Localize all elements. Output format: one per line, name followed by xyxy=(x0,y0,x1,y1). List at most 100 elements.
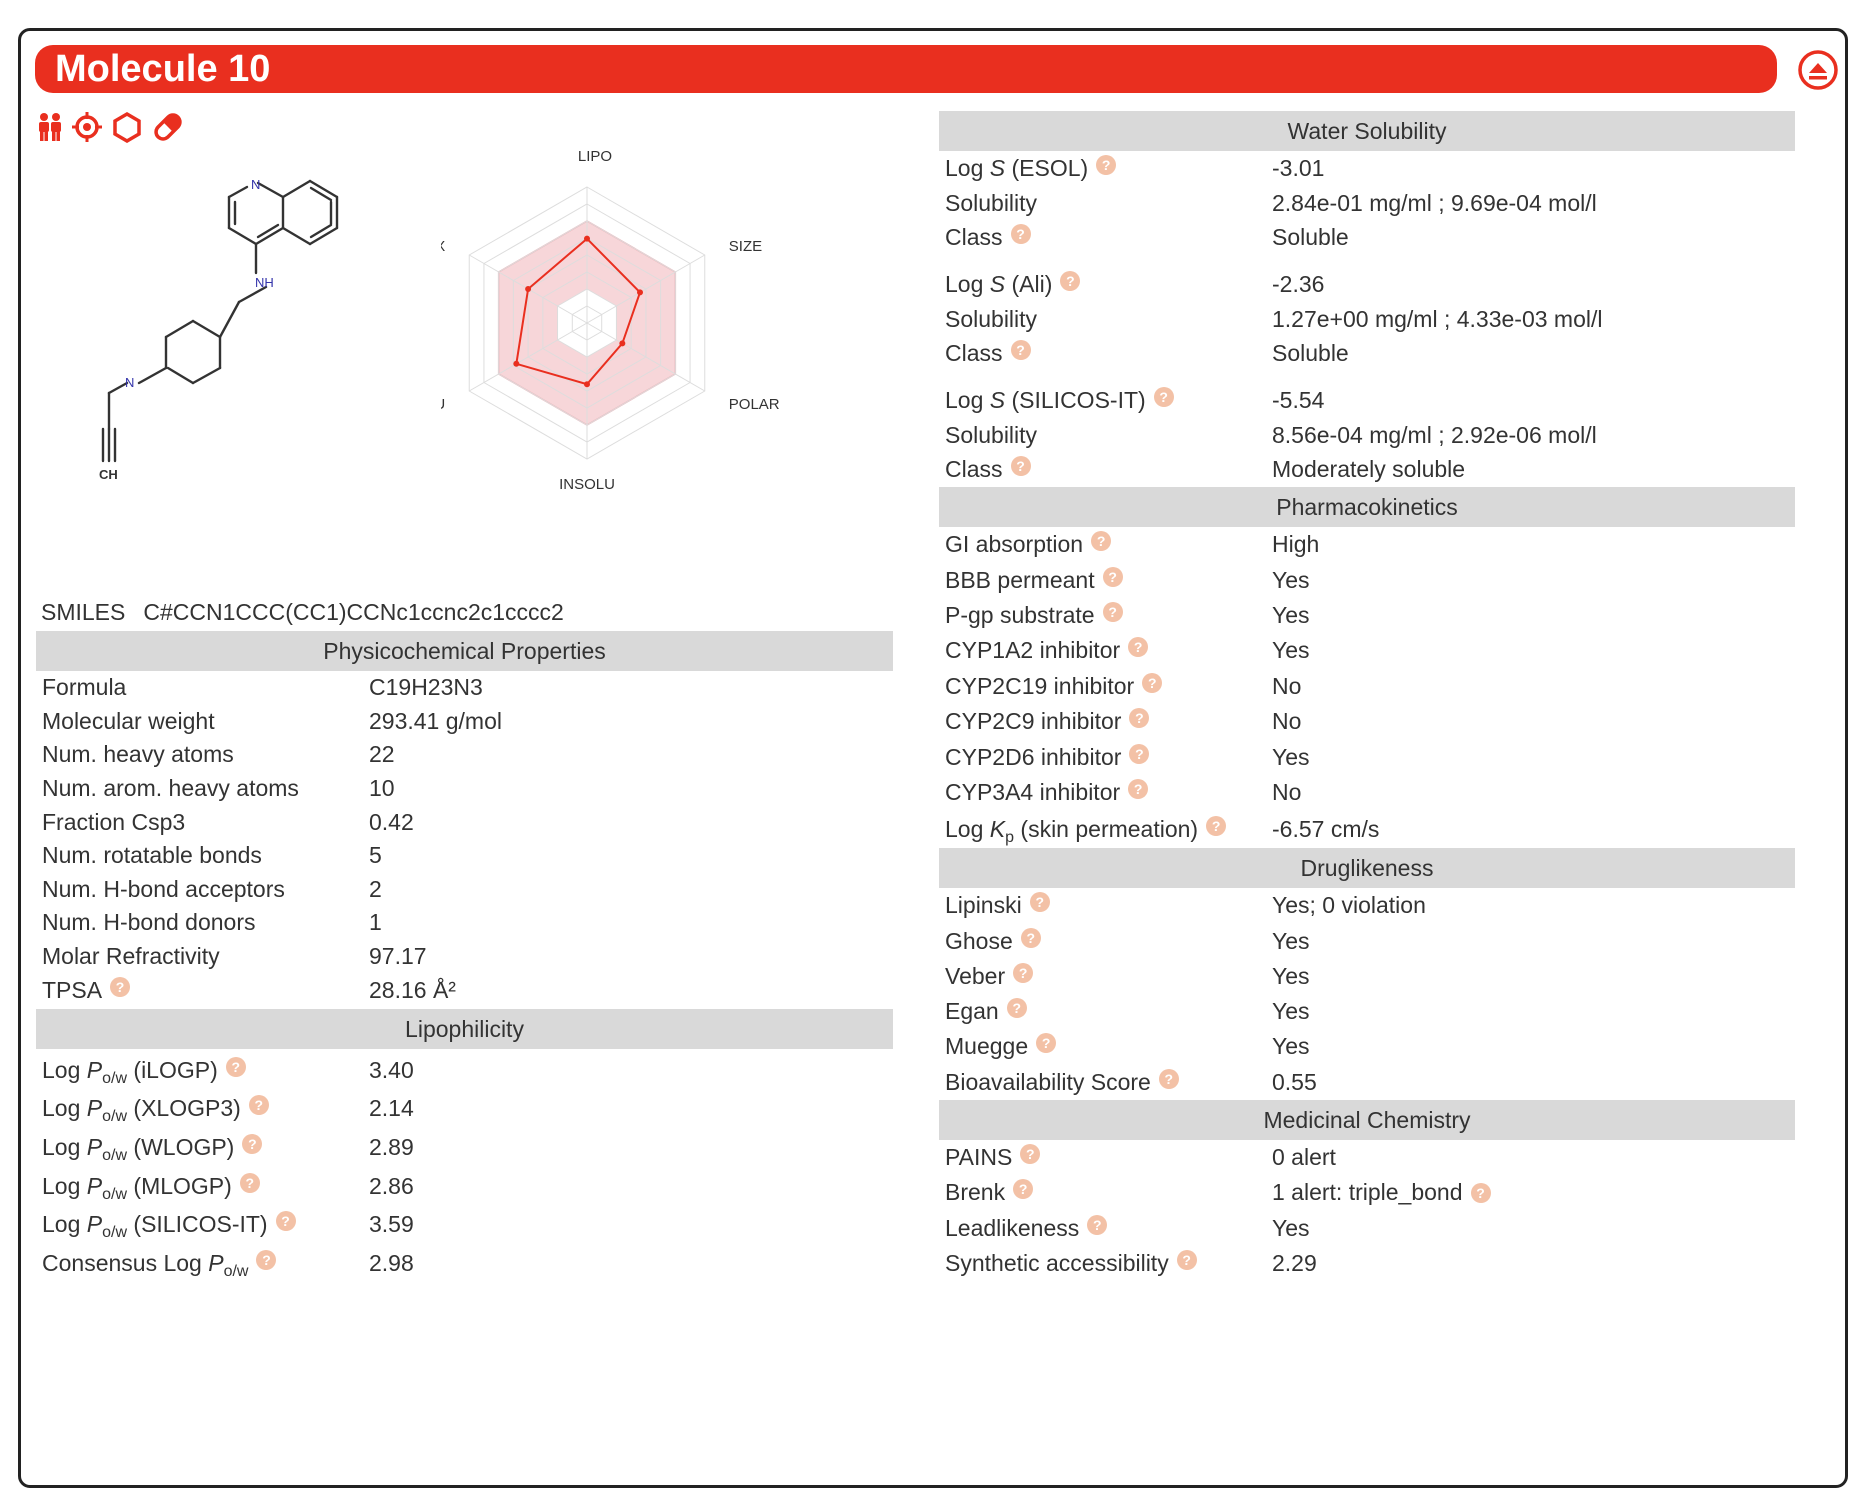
row-value: 2.98 xyxy=(369,1249,414,1276)
help-icon[interactable]: ? xyxy=(110,976,131,997)
druglikeness-row: Veber? Yes xyxy=(939,959,1795,994)
row-value: 10 xyxy=(369,775,395,802)
help-icon[interactable]: ? xyxy=(1206,815,1227,836)
row-key: CYP2C19 inhibitor? xyxy=(939,672,1272,700)
right-column: Water Solubility Log S (ESOL)? -3.01 Solub… xyxy=(939,111,1795,1281)
help-icon[interactable]: ? xyxy=(1129,743,1150,764)
label-symbol: S xyxy=(989,155,1006,181)
row-value: Yes xyxy=(1272,1214,1310,1241)
row-value: 3.40 xyxy=(369,1056,414,1083)
row-key: Log S (SILICOS-IT)? xyxy=(939,387,1272,414)
row-value: 22 xyxy=(369,741,395,768)
pk-row: BBB permeant? Yes xyxy=(939,562,1795,597)
row-label: Num. heavy atoms xyxy=(42,741,234,768)
solubility-row: Solubility 8.56e-04 mg/ml ; 2.92e-06 mol/… xyxy=(939,418,1795,452)
help-icon[interactable]: ? xyxy=(1096,155,1117,175)
medchem-row: Leadlikeness? Yes xyxy=(939,1211,1795,1246)
label-suffix: (MLOGP) xyxy=(127,1172,232,1199)
help-icon[interactable]: ? xyxy=(1010,456,1031,476)
help-icon[interactable]: ? xyxy=(1087,1214,1108,1235)
help-icon[interactable]: ? xyxy=(1020,927,1041,948)
help-icon[interactable]: ? xyxy=(275,1211,296,1232)
label-prefix: Log xyxy=(42,1056,87,1083)
skin-permeation-row: Log Kp (skin permeation)? -6.57 cm/s xyxy=(939,810,1795,848)
row-key: Num. rotatable bonds xyxy=(36,842,369,869)
atom-label: N xyxy=(251,177,260,192)
help-icon[interactable]: ? xyxy=(256,1249,277,1270)
help-icon[interactable]: ? xyxy=(1102,601,1123,622)
lipophilicity-header: Lipophilicity xyxy=(36,1008,893,1049)
help-icon[interactable]: ? xyxy=(1036,1033,1057,1054)
row-label: Solubility xyxy=(945,421,1038,448)
row-label: GI absorption xyxy=(945,531,1084,558)
water-solubility-header: Water Solubility xyxy=(939,111,1795,151)
label-prefix: Log xyxy=(42,1172,87,1199)
help-icon[interactable]: ? xyxy=(1153,387,1174,407)
row-value: 1 xyxy=(369,909,382,936)
physchem-row: TPSA? 28.16 Å² xyxy=(36,973,893,1007)
pk-row: P-gp substrate? Yes xyxy=(939,598,1795,633)
label-prefix: Log xyxy=(945,271,990,297)
help-icon[interactable]: ? xyxy=(1091,531,1112,552)
help-icon[interactable]: ? xyxy=(1102,566,1123,587)
lipophilicity-row: Log Po/w (MLOGP)? 2.86 xyxy=(36,1167,893,1206)
row-key: BBB permeant? xyxy=(939,566,1272,594)
help-icon[interactable]: ? xyxy=(1470,1182,1491,1203)
row-value: High xyxy=(1272,531,1320,558)
row-label: Solubility xyxy=(945,305,1038,332)
row-key: CYP2D6 inhibitor? xyxy=(939,743,1272,771)
help-icon[interactable]: ? xyxy=(1010,340,1031,360)
help-icon[interactable]: ? xyxy=(239,1172,260,1193)
help-icon[interactable]: ? xyxy=(242,1133,263,1154)
row-value: Yes xyxy=(1272,601,1310,628)
row-value: Yes xyxy=(1272,1033,1310,1060)
help-icon[interactable]: ? xyxy=(248,1095,269,1116)
help-icon[interactable]: ? xyxy=(225,1056,246,1077)
row-key: Egan? xyxy=(939,998,1272,1025)
row-key: CYP2C9 inhibitor? xyxy=(939,708,1272,735)
help-icon[interactable]: ? xyxy=(1128,778,1149,799)
label-symbol: P xyxy=(86,1095,103,1122)
row-value: 2 xyxy=(369,875,382,902)
row-key: Log Po/w (MLOGP)? xyxy=(36,1172,369,1202)
help-icon[interactable]: ? xyxy=(1060,271,1081,291)
medchem-row: PAINS? 0 alert xyxy=(939,1140,1795,1175)
row-value: 2.86 xyxy=(369,1172,414,1199)
help-icon[interactable]: ? xyxy=(1006,998,1027,1019)
pill-icon[interactable] xyxy=(151,110,185,144)
help-icon[interactable]: ? xyxy=(1029,892,1050,913)
target-icon[interactable] xyxy=(71,111,103,143)
help-icon[interactable]: ? xyxy=(1013,1179,1034,1200)
scroll-top-button[interactable] xyxy=(1797,49,1839,91)
row-value: 97.17 xyxy=(369,943,427,970)
hexagon-icon[interactable] xyxy=(111,111,143,143)
people-icon[interactable] xyxy=(37,112,63,142)
row-label: Class xyxy=(945,224,1003,250)
row-value: Yes xyxy=(1272,743,1310,770)
row-value: Yes xyxy=(1272,962,1310,989)
row-label: Leadlikeness xyxy=(945,1214,1080,1241)
help-icon[interactable]: ? xyxy=(1010,224,1031,244)
molecule-title: Molecule 10 xyxy=(35,45,1777,93)
help-icon[interactable]: ? xyxy=(1158,1068,1179,1089)
row-label: Ghose xyxy=(945,927,1013,954)
help-icon[interactable]: ? xyxy=(1176,1249,1197,1270)
row-value: 28.16 Å² xyxy=(369,976,456,1003)
help-icon[interactable]: ? xyxy=(1020,1144,1041,1165)
help-icon[interactable]: ? xyxy=(1142,672,1163,693)
help-icon[interactable]: ? xyxy=(1129,708,1150,729)
label-subscript: o/w xyxy=(102,1224,128,1242)
row-value: 2.29 xyxy=(1272,1249,1317,1276)
label-symbol: P xyxy=(86,1211,103,1238)
medchem-row: Synthetic accessibility? 2.29 xyxy=(939,1246,1795,1281)
row-value: Yes; 0 violation xyxy=(1272,892,1426,919)
help-icon[interactable]: ? xyxy=(1128,637,1149,658)
pk-row: CYP3A4 inhibitor? No xyxy=(939,775,1795,810)
row-value: -2.36 xyxy=(1272,271,1325,297)
label-prefix: Consensus Log xyxy=(42,1249,209,1276)
help-icon[interactable]: ? xyxy=(1013,962,1034,983)
class-row: Class? Moderately soluble xyxy=(939,452,1795,487)
row-key: Molar Refractivity xyxy=(36,943,369,970)
label-suffix: (ESOL) xyxy=(1005,155,1089,181)
label-prefix: Log xyxy=(945,387,990,413)
